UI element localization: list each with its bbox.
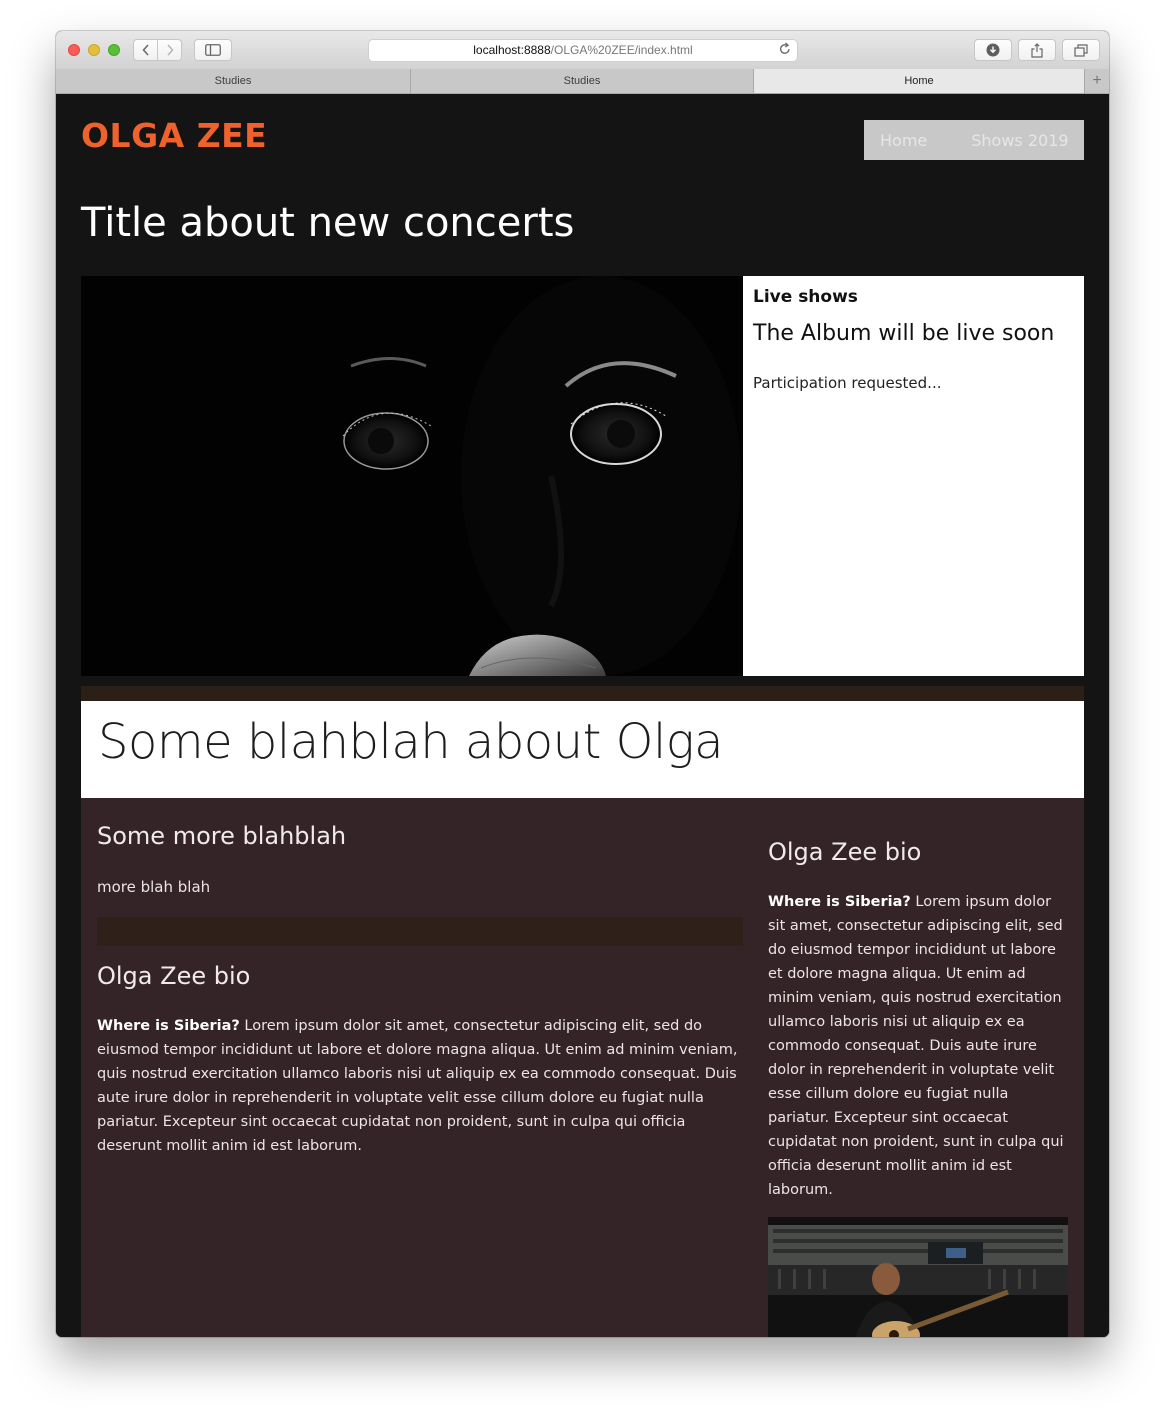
card-kicker: Live shows [753,287,858,307]
hero-image [81,276,743,676]
bio-text-right: Where is Siberia? Lorem ipsum dolor sit … [768,890,1068,1202]
share-icon [1031,42,1043,58]
about-banner: Some blahblah about Olga [81,701,1084,798]
url-host: localhost:8888 [473,43,551,57]
show-tabs-button[interactable] [1062,39,1100,61]
bio-text-left: Where is Siberia? Lorem ipsum dolor sit … [97,1014,747,1158]
main-nav: Home Shows 2019 [864,120,1084,160]
sidebar-icon [205,44,221,56]
minimize-window-button[interactable] [88,44,100,56]
bio-lead-right: Where is Siberia? [768,894,911,910]
page-title: Title about new concerts [81,200,575,246]
nav-link-home[interactable]: Home [880,131,927,150]
url-path: /OLGA%20ZEE/index.html [550,43,693,57]
download-icon [986,43,1000,57]
chevron-left-icon [141,44,149,56]
more-blah-heading: Some more blahblah [97,822,347,850]
bio-heading-left: Olga Zee bio [97,962,251,990]
downloads-button[interactable] [974,39,1012,61]
close-window-button[interactable] [68,44,80,56]
section-divider [81,686,1084,701]
web-page: OLGA ZEE Home Shows 2019 Title about new… [56,94,1109,1337]
reload-icon[interactable] [779,40,791,61]
maximize-window-button[interactable] [108,44,120,56]
about-content: Some more blahblah more blah blah Olga Z… [81,798,1084,1337]
inner-divider [97,917,743,946]
tab-home[interactable]: Home [754,69,1085,93]
back-button[interactable] [133,39,158,61]
share-button[interactable] [1018,39,1056,61]
bio-body-left: Lorem ipsum dolor sit amet, consectetur … [97,1018,738,1154]
address-bar[interactable]: localhost:8888/OLGA%20ZEE/index.html [368,39,798,62]
site-logo[interactable]: OLGA ZEE [81,116,267,155]
tab-bar: Studies Studies Home + [56,69,1109,94]
tab-studies-2[interactable]: Studies [411,69,754,93]
browser-toolbar: localhost:8888/OLGA%20ZEE/index.html [56,31,1109,70]
studio-photo [768,1217,1068,1337]
new-tab-button[interactable]: + [1085,69,1109,93]
tabs-overview-icon [1074,43,1088,57]
bio-lead-left: Where is Siberia? [97,1018,240,1034]
card-heading: The Album will be live soon [753,321,1055,346]
live-shows-card: Live shows The Album will be live soon P… [743,276,1084,676]
bio-body-right: Lorem ipsum dolor sit amet, consectetur … [768,894,1064,1198]
browser-window: localhost:8888/OLGA%20ZEE/index.html Stu… [56,31,1109,1337]
card-text: Participation requested... [753,374,942,392]
tab-studies-1[interactable]: Studies [56,69,411,93]
nav-link-shows-2019[interactable]: Shows 2019 [971,131,1068,150]
chevron-right-icon [166,44,174,56]
sidebar-toggle-button[interactable] [194,39,232,61]
about-title: Some blahblah about Olga [98,714,724,770]
bio-heading-right: Olga Zee bio [768,838,922,866]
forward-button[interactable] [157,39,182,61]
more-blah-text: more blah blah [97,878,211,896]
